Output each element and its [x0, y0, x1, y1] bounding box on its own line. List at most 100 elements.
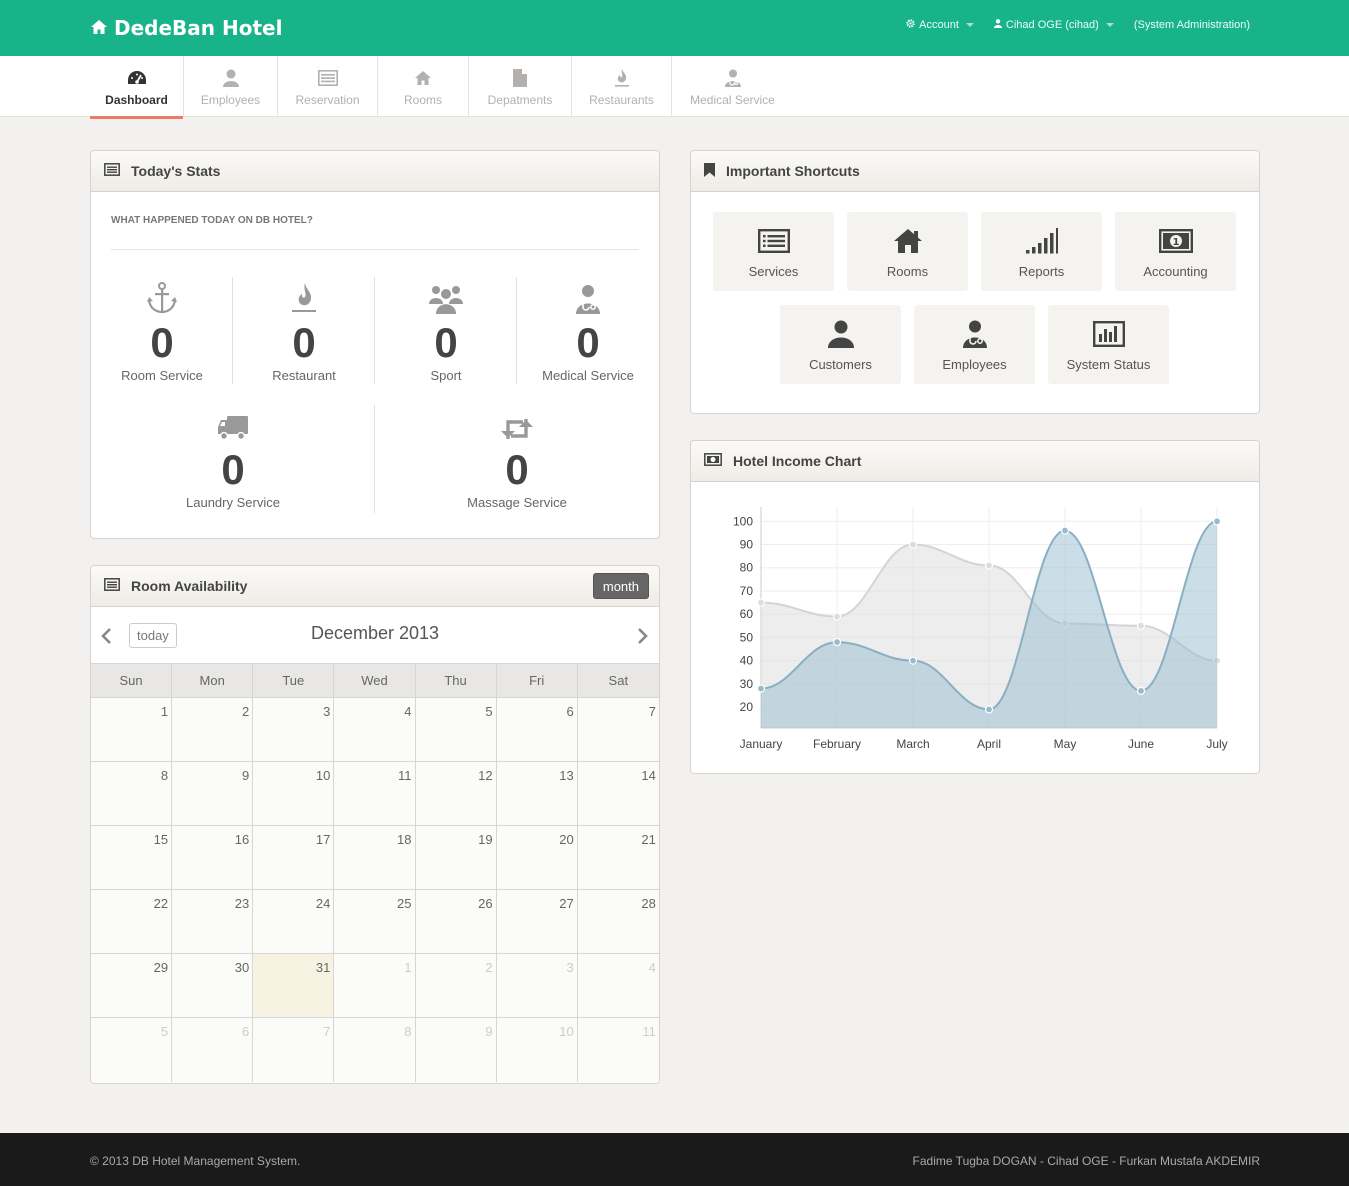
data-point [908, 540, 918, 549]
tab-medical-service[interactable]: Medical Service [672, 56, 793, 117]
user-label: Cihad OGE (cihad) [1005, 19, 1099, 31]
calendar-day[interactable]: 28 [577, 890, 659, 953]
calendar-day[interactable]: 15 [91, 826, 173, 889]
calendar-day[interactable]: 10 [253, 762, 335, 825]
user-menu[interactable]: Cihad OGE (cihad) [993, 19, 1114, 31]
calendar-week: 22 23 24 25 26 27 28 [91, 890, 659, 954]
calendar-day[interactable]: 27 [496, 890, 578, 953]
shortcut-label: Customers [809, 357, 872, 372]
calendar-day[interactable]: 26 [415, 890, 497, 953]
calendar-day[interactable]: 29 [91, 954, 173, 1017]
stat-label: Massage Service [467, 495, 567, 510]
data-point [984, 705, 994, 714]
tab-employees[interactable]: Employees [184, 56, 278, 117]
tab-rooms[interactable]: Rooms [378, 56, 469, 117]
calendar-day[interactable]: 22 [91, 890, 173, 953]
x-tick-label: February [813, 737, 861, 751]
brand-title: DedeBan Hotel [114, 16, 283, 40]
income-chart-widget: Hotel Income Chart 20 30 40 50 60 70 80 90 100 Ja… [690, 440, 1260, 774]
data-point [1136, 686, 1146, 695]
tab-dashboard[interactable]: Dashboard [90, 56, 184, 119]
calendar-day[interactable]: 12 [415, 762, 497, 825]
user-icon [222, 68, 239, 88]
tab-depatments[interactable]: Depatments [469, 56, 572, 117]
calendar-day[interactable]: 21 [577, 826, 659, 889]
calendar-day-other-month[interactable]: 8 [334, 1018, 416, 1082]
shortcut-reports[interactable]: Reports [981, 212, 1102, 291]
tab-reservation[interactable]: Reservation [278, 56, 378, 117]
weekday-label: Mon [172, 664, 254, 697]
truck-icon [162, 407, 304, 441]
y-tick-label: 40 [740, 654, 754, 668]
calendar-day[interactable]: 30 [172, 954, 254, 1017]
tab-restaurants[interactable]: Restaurants [572, 56, 672, 117]
calendar-day-other-month[interactable]: 10 [496, 1018, 578, 1082]
shortcut-label: Rooms [886, 264, 929, 279]
todays-stats-widget: Today's Stats WHAT HAPPENED TODAY ON DB … [90, 150, 660, 539]
money-icon: 1 [1158, 226, 1193, 256]
calendar-day[interactable]: 20 [496, 826, 578, 889]
chevron-right-icon[interactable] [637, 628, 649, 649]
calendar-day-other-month[interactable]: 1 [334, 954, 416, 1017]
shortcut-label: Employees [942, 357, 1007, 372]
calendar-day[interactable]: 9 [172, 762, 254, 825]
tab-label: Restaurants [589, 93, 654, 107]
shortcut-system-status[interactable]: System Status [1048, 305, 1169, 384]
calendar-day-other-month[interactable]: 4 [577, 954, 659, 1017]
stat-medical-service: 0 Medical Service [517, 280, 659, 383]
shortcut-services[interactable]: Services [713, 212, 834, 291]
widget-title: Important Shortcuts [726, 163, 860, 179]
x-tick-label: May [1054, 737, 1077, 751]
calendar-day-today[interactable]: 31 [253, 954, 335, 1017]
calendar-day[interactable]: 13 [496, 762, 578, 825]
list-icon [757, 226, 790, 256]
brand[interactable]: DedeBan Hotel [90, 15, 282, 41]
stat-value: 0 [292, 319, 316, 366]
calendar-day-other-month[interactable]: 3 [496, 954, 578, 1017]
calendar-day[interactable]: 2 [172, 698, 254, 761]
x-tick-label: March [896, 737, 929, 751]
calendar-day[interactable]: 11 [334, 762, 416, 825]
calendar-day[interactable]: 3 [253, 698, 335, 761]
calendar-day-other-month[interactable]: 6 [172, 1018, 254, 1082]
calendar-day[interactable]: 25 [334, 890, 416, 953]
shortcut-rooms[interactable]: Rooms [847, 212, 968, 291]
calendar-day[interactable]: 1 [91, 698, 173, 761]
shortcut-accounting[interactable]: 1 Accounting [1115, 212, 1236, 291]
shortcut-label: Reports [1018, 264, 1065, 279]
calendar-day[interactable]: 14 [577, 762, 659, 825]
stat-value: 0 [150, 319, 174, 366]
shortcut-label: Services [748, 264, 799, 279]
calendar-day-other-month[interactable]: 7 [253, 1018, 335, 1082]
month-view-button[interactable]: month [592, 573, 649, 599]
account-menu[interactable]: Account [906, 19, 974, 31]
calendar-day[interactable]: 19 [415, 826, 497, 889]
calendar-day[interactable]: 7 [577, 698, 659, 761]
calendar-day[interactable]: 4 [334, 698, 416, 761]
calendar-day[interactable]: 17 [253, 826, 335, 889]
calendar-day[interactable]: 18 [334, 826, 416, 889]
user-icon [827, 319, 854, 349]
calendar-day[interactable]: 6 [496, 698, 578, 761]
role-label[interactable]: (System Administration) [1134, 19, 1250, 31]
gear-icon [906, 19, 915, 31]
stat-laundry-service: 0 Laundry Service [162, 407, 304, 510]
doctor-icon [962, 319, 988, 349]
calendar-day-other-month[interactable]: 2 [415, 954, 497, 1017]
calendar-day[interactable]: 8 [91, 762, 173, 825]
widget-header: Room Availability [91, 566, 659, 607]
calendar-day-other-month[interactable]: 11 [577, 1018, 659, 1082]
calendar-day[interactable]: 24 [253, 890, 335, 953]
shortcut-customers[interactable]: Customers [780, 305, 901, 384]
list-icon [104, 163, 120, 179]
calendar-day[interactable]: 5 [415, 698, 497, 761]
calendar-day-other-month[interactable]: 9 [415, 1018, 497, 1082]
role-text: (System Administration) [1133, 19, 1250, 31]
footer: © 2013 DB Hotel Management System. Fadim… [0, 1133, 1349, 1186]
calendar-day[interactable]: 23 [172, 890, 254, 953]
doctor-icon [517, 280, 659, 314]
tab-label: Depatments [487, 93, 553, 107]
calendar-day[interactable]: 16 [172, 826, 254, 889]
shortcut-employees[interactable]: Employees [914, 305, 1035, 384]
calendar-day-other-month[interactable]: 5 [91, 1018, 173, 1082]
